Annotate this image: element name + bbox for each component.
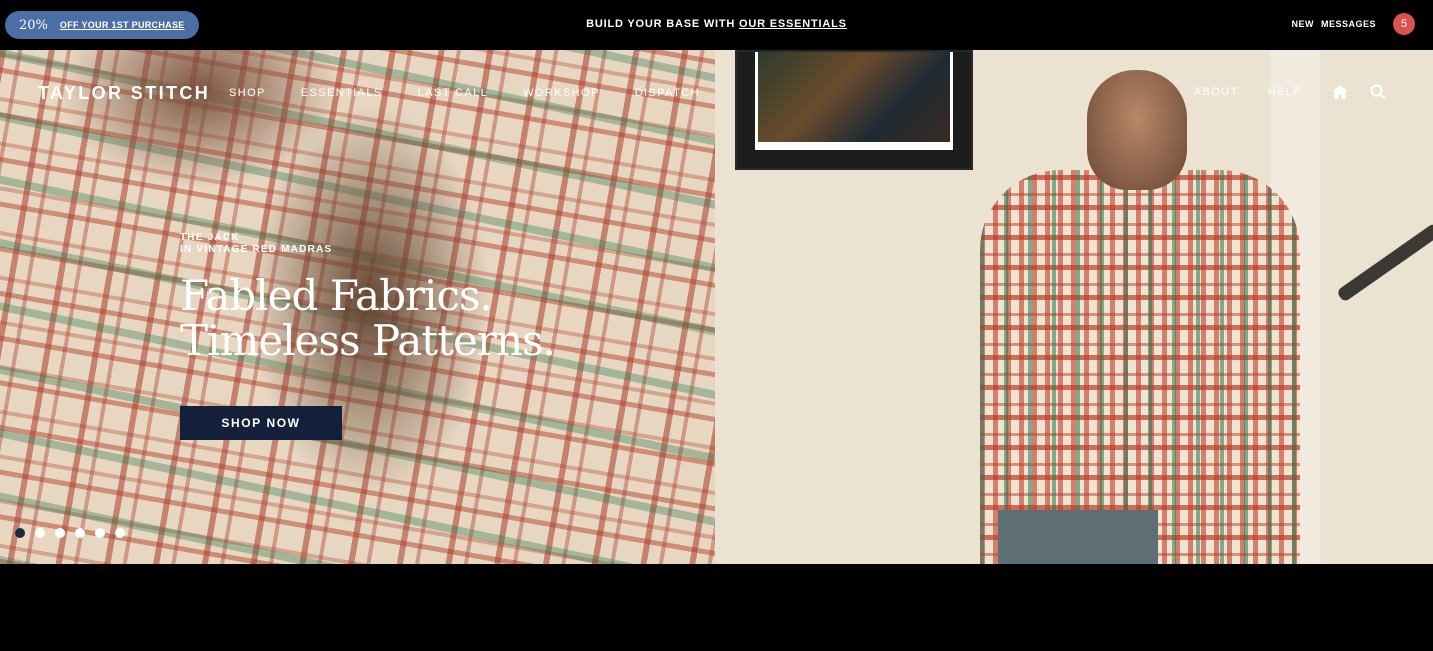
brand-logo[interactable]: TAYLOR STITCH	[38, 83, 210, 104]
nav-workshop[interactable]: WORKSHOP	[523, 87, 600, 99]
primary-nav-links: SHOP ESSENTIALS LAST CALL WORKSHOP DISPA…	[229, 87, 700, 99]
search-icon[interactable]	[1369, 83, 1387, 101]
headline-line-2: Timeless Patterns.	[180, 316, 556, 365]
nav-essentials[interactable]: ESSENTIALS	[301, 87, 383, 99]
nav-about[interactable]: ABOUT	[1194, 86, 1239, 98]
announcement-prefix: BUILD YOUR BASE WITH	[586, 18, 736, 30]
eyebrow-line-2: IN VINTAGE RED MADRAS	[180, 244, 333, 255]
carousel-dot[interactable]	[55, 528, 65, 538]
home-icon[interactable]	[1331, 83, 1349, 101]
hero-headline: Fabled Fabrics. Timeless Patterns.	[180, 271, 556, 365]
shop-now-button[interactable]: SHOP NOW	[180, 406, 342, 440]
headline-line-1: Fabled Fabrics.	[180, 271, 493, 320]
nav-help[interactable]: HELP	[1268, 86, 1302, 98]
page-below-fold	[0, 564, 1433, 651]
stair-rail	[1335, 222, 1433, 303]
announcement: BUILD YOUR BASE WITH OUR ESSENTIALS	[0, 18, 1433, 30]
main-nav: TAYLOR STITCH SHOP ESSENTIALS LAST CALL …	[0, 50, 1433, 135]
carousel-dot[interactable]	[95, 528, 105, 538]
promo-bar: 20% OFF YOUR 1ST PURCHASE BUILD YOUR BAS…	[0, 0, 1433, 50]
new-label[interactable]: NEW	[1291, 19, 1314, 29]
carousel-dots	[15, 528, 125, 538]
carousel-dot[interactable]	[15, 528, 25, 538]
product-eyebrow: THE JACK IN VINTAGE RED MADRAS	[180, 232, 332, 256]
model-shirt	[980, 170, 1300, 564]
nav-shop[interactable]: SHOP	[229, 87, 266, 99]
carousel-dot[interactable]	[35, 528, 45, 538]
messages-area[interactable]: NEW MESSAGES 5	[1291, 13, 1415, 35]
essentials-link[interactable]: OUR ESSENTIALS	[739, 18, 847, 30]
carousel-dot[interactable]	[75, 528, 85, 538]
model-jeans	[998, 510, 1158, 564]
eyebrow-line-1: THE JACK	[180, 232, 240, 243]
nav-last-call[interactable]: LAST CALL	[418, 87, 488, 99]
nav-dispatch[interactable]: DISPATCH	[635, 87, 700, 99]
messages-count-badge[interactable]: 5	[1393, 13, 1415, 35]
secondary-nav: ABOUT HELP	[1194, 83, 1387, 101]
messages-label[interactable]: MESSAGES	[1321, 19, 1376, 29]
carousel-dot[interactable]	[115, 528, 125, 538]
